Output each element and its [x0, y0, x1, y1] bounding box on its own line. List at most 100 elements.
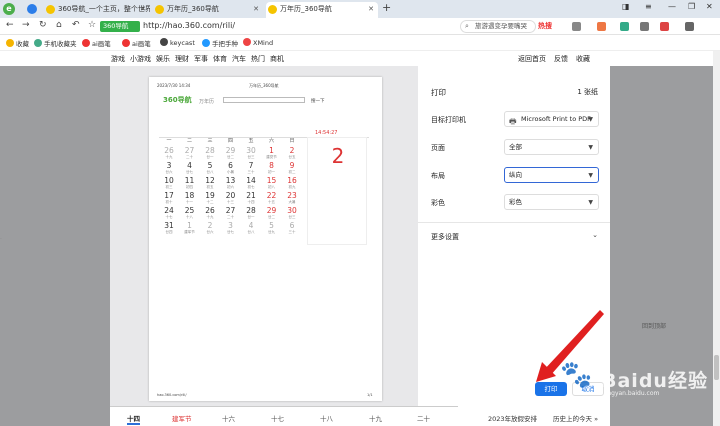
home-icon[interactable]: ⌂: [56, 20, 62, 30]
hot-search-link[interactable]: 热搜: [538, 21, 552, 31]
site-nav-link[interactable]: 军事: [194, 55, 208, 63]
tab-360-home[interactable]: 360导航_一个主页，整个世界 ✕: [44, 2, 150, 18]
layout-select[interactable]: 纵向 ▼: [504, 167, 599, 183]
printer-icon: 🖶: [509, 117, 517, 126]
undo-icon[interactable]: ↶: [72, 20, 80, 30]
browser-logo-icon[interactable]: e: [3, 3, 15, 15]
site-nav-link[interactable]: 体育: [213, 55, 227, 63]
bookmark-item[interactable]: 收藏: [6, 38, 29, 48]
site-nav-link[interactable]: 商机: [270, 55, 284, 63]
extension-icon[interactable]: [597, 22, 606, 31]
tab-calendar-active[interactable]: 万年历_360导航 ✕: [266, 2, 378, 18]
scissors-icon[interactable]: [572, 22, 581, 31]
browser-toolbar: ← → ↻ ⌂ ↶ ☆ 360导航 http://hao.360.com/ril…: [0, 18, 720, 35]
new-tab-button[interactable]: +: [382, 1, 391, 14]
preview-logo: 360导航: [163, 96, 192, 104]
preview-day-cell: 28 廿一: [205, 146, 215, 160]
extension-icon[interactable]: [620, 22, 629, 31]
minimize-icon[interactable]: —: [668, 2, 676, 11]
browser-search-input[interactable]: 旅游遇变孕要嘴哭: [460, 20, 536, 33]
preview-day-cell: 5 廿九: [268, 221, 275, 235]
preview-day-cell: 16 初九: [287, 176, 297, 190]
preview-day-cell: 9 初二: [288, 161, 296, 175]
preview-weekday: 六: [268, 138, 274, 144]
divider: [418, 222, 610, 223]
refresh-icon[interactable]: ↻: [39, 20, 47, 30]
maximize-icon[interactable]: ❐: [688, 2, 695, 11]
extension-icon[interactable]: [660, 22, 669, 31]
baidu-watermark: 🐾 Baidu经验 jingyan.baidu.com: [560, 360, 708, 397]
forward-icon[interactable]: →: [22, 20, 30, 30]
menu-icon[interactable]: ≡: [645, 2, 652, 11]
destination-label: 目标打印机: [431, 116, 466, 124]
chevron-down-icon[interactable]: ⌄: [592, 231, 598, 239]
address-bar[interactable]: http://hao.360.com/rili/: [143, 21, 235, 30]
sheet-count: 1 张纸: [577, 88, 598, 96]
preview-day-cell: 1 建军节: [184, 221, 195, 235]
bookmark-item[interactable]: 手把手种: [202, 38, 238, 48]
site-top-links: 返回首页 反馈 收藏: [510, 54, 590, 64]
chevron-down-icon: ▼: [588, 172, 593, 179]
bookmark-item[interactable]: ai画笔: [122, 38, 151, 48]
preview-logo-sub: 万年历: [199, 99, 215, 105]
site-nav-link[interactable]: 汽车: [232, 55, 246, 63]
bottom-day-tab[interactable]: 十六: [222, 413, 235, 423]
skin-icon[interactable]: ◨: [622, 2, 630, 11]
paw-icon: 🐾: [560, 360, 593, 390]
preview-day-cell: 26 十九: [164, 146, 174, 160]
tab-close-icon[interactable]: ✕: [140, 2, 146, 17]
site-nav-link[interactable]: 热门: [251, 55, 265, 63]
site-badge: 360导航: [100, 21, 140, 32]
close-window-icon[interactable]: ✕: [706, 2, 713, 11]
preview-day-cell: 6 三十: [288, 221, 296, 235]
home-link[interactable]: 返回首页: [518, 55, 546, 63]
extension-icon[interactable]: [640, 22, 649, 31]
bookmark-item[interactable]: 手机收藏夹: [34, 38, 77, 48]
preview-day-cell: 6 小暑: [227, 161, 234, 175]
bottom-day-tab[interactable]: 十七: [271, 413, 284, 423]
bottom-day-tab[interactable]: 十九: [369, 413, 382, 423]
preview-day-cell: 13 初六: [225, 176, 236, 190]
feedback-link[interactable]: 反馈: [554, 55, 568, 63]
tab-close-icon[interactable]: ✕: [253, 2, 259, 17]
history-today-link[interactable]: 历史上的今天 »: [553, 413, 598, 423]
favorite-link[interactable]: 收藏: [576, 55, 590, 63]
pages-select[interactable]: 全部 ▼: [504, 139, 599, 155]
bookmark-item[interactable]: ai画笔: [82, 38, 111, 48]
bottom-day-tab[interactable]: 二十: [417, 413, 430, 423]
bookmark-star-icon[interactable]: ☆: [88, 20, 96, 30]
shield-icon[interactable]: [27, 4, 37, 14]
holiday-link[interactable]: 2023年放假安排: [488, 413, 537, 423]
site-nav-link[interactable]: 游戏: [111, 55, 125, 63]
tab-favicon-icon: [46, 5, 55, 14]
preview-day-cell: 20 十三: [225, 191, 236, 205]
return-top-link[interactable]: 回到顶部: [642, 321, 666, 330]
color-select[interactable]: 彩色 ▼: [504, 194, 599, 210]
tab-calendar-1[interactable]: 万年历_360导航 ✕: [153, 2, 263, 18]
menu-icon[interactable]: [685, 22, 694, 31]
site-nav-link[interactable]: 小游戏: [130, 55, 151, 63]
bottom-day-tab[interactable]: 十四: [127, 413, 140, 425]
preview-weekday: 一: [166, 138, 172, 144]
preview-day-cell: 18 十一: [184, 191, 195, 205]
bottom-day-tab[interactable]: 十八: [320, 413, 333, 423]
pages-label: 页面: [431, 144, 445, 152]
destination-select[interactable]: Microsoft Print to PDF ▼: [504, 111, 599, 127]
bookmark-item[interactable]: XMind: [243, 38, 273, 47]
bottom-day-tab[interactable]: 建军节: [172, 413, 192, 423]
bookmark-item[interactable]: keycast: [160, 38, 195, 47]
preview-day-cell: 17 初十: [164, 191, 174, 205]
more-settings-toggle[interactable]: 更多设置: [431, 232, 459, 242]
print-title: 打印: [431, 88, 446, 97]
back-icon[interactable]: ←: [6, 20, 14, 30]
preview-weekday: 二: [186, 138, 192, 144]
preview-day-cell: 22 十五: [266, 191, 277, 205]
preview-day-cell: 8 初一: [268, 161, 275, 175]
site-nav-link[interactable]: 娱乐: [156, 55, 170, 63]
site-nav-link[interactable]: 理财: [175, 55, 189, 63]
preview-day-cell: 12 初五: [205, 176, 215, 190]
chevron-down-icon: ▼: [588, 116, 593, 123]
tab-close-icon[interactable]: ✕: [368, 2, 374, 17]
preview-day-cell: 1 建党节: [266, 146, 277, 160]
scrollbar-thumb[interactable]: [714, 355, 719, 380]
